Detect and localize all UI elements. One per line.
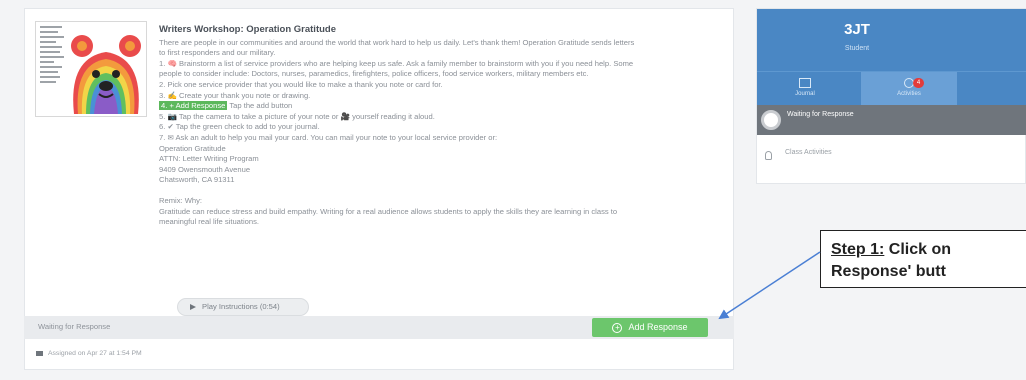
plus-circle-icon: +: [612, 322, 623, 333]
student-tabs: Journal 4 Activities: [757, 71, 1026, 106]
tab-journal[interactable]: Journal: [757, 72, 853, 106]
intro-line: There are people in our communities and …: [159, 37, 635, 47]
callout-step-label: Step 1:: [831, 241, 885, 258]
assigned-date: Assigned on Apr 27 at 1:54 PM: [48, 350, 142, 357]
step-line: 1. 🧠 Brainstorm a list of service provid…: [159, 58, 634, 68]
add-response-button[interactable]: + Add Response: [592, 318, 708, 337]
instruction-callout: Step 1: Click on Response' butt: [820, 230, 1026, 288]
step-line: 5. 📷 Tap the camera to take a picture of…: [159, 111, 435, 121]
callout-line-1: Click on: [884, 241, 952, 258]
remix-line: meaningful real life situations.: [159, 217, 260, 227]
student-role: Student: [844, 45, 870, 52]
lightbulb-icon: [765, 151, 772, 160]
callout-text: Step 1: Click on Response' butt: [831, 239, 951, 283]
waiting-for-response-row[interactable]: Waiting for Response: [757, 105, 1026, 135]
step-line: 3. ✍ Create your thank you note or drawi…: [159, 90, 311, 100]
step-line: 6. ✔ Tap the green check to add to your …: [159, 122, 320, 132]
address-line: Chatsworth, CA 91311: [159, 175, 235, 185]
class-activities-label: Class Activities: [785, 149, 832, 156]
intro-line: to first responders and our military.: [159, 48, 276, 58]
class-activities-row[interactable]: Class Activities: [757, 141, 1026, 169]
activity-instructions: Writers Workshop: Operation Gratitude Th…: [159, 24, 729, 228]
add-response-highlight: 4. + Add Response: [159, 101, 228, 111]
activity-thumbnail[interactable]: [35, 21, 147, 117]
student-name: 3JT: [844, 21, 870, 38]
response-status: Waiting for Response: [38, 322, 111, 331]
remix-line: Gratitude can reduce stress and build em…: [159, 206, 618, 216]
assigned-footer: Assigned on Apr 27 at 1:54 PM: [36, 350, 142, 357]
activity-title: Writers Workshop: Operation Gratitude: [159, 24, 337, 35]
screenshot-root: Writers Workshop: Operation Gratitude Th…: [0, 0, 1026, 380]
play-instructions-button[interactable]: Play Instructions (0:54): [177, 298, 309, 316]
step-line: people to consider include: Doctors, nur…: [159, 69, 589, 79]
rainbow-bear-icon: [71, 35, 141, 114]
step-line: 2. Pick one service provider that you wo…: [159, 79, 443, 89]
book-icon: [799, 78, 811, 88]
activities-badge: 4: [913, 78, 924, 88]
tab-activities[interactable]: 4 Activities: [861, 72, 957, 106]
address-line: Operation Gratitude: [159, 143, 226, 153]
response-bar: Waiting for Response + Add Response: [24, 316, 734, 339]
tab-label: Activities: [897, 91, 921, 97]
address-line: ATTN: Letter Writing Program: [159, 154, 259, 164]
camera-icon: [36, 350, 43, 356]
address-line: 9409 Owensmouth Avenue: [159, 164, 251, 174]
play-icon: [190, 304, 196, 310]
remix-title: Remix: Why:: [159, 195, 203, 205]
step-line: 7. ✉ Ask an adult to help you mail your …: [159, 132, 498, 142]
document-lines-icon: [40, 26, 66, 86]
add-response-label: Add Response: [628, 322, 688, 332]
tab-label: Journal: [795, 91, 815, 97]
waiting-label: Waiting for Response: [787, 111, 854, 118]
student-panel: 3JT Student Journal 4 Activities Waiting…: [756, 8, 1026, 184]
callout-line-2: Response' butt: [831, 263, 946, 280]
step-line: 4. + Add Response Tap the add button: [159, 101, 729, 112]
clock-icon: [761, 110, 781, 130]
play-instructions-label: Play Instructions (0:54): [202, 302, 280, 311]
step-text: Tap the add button: [227, 101, 293, 111]
